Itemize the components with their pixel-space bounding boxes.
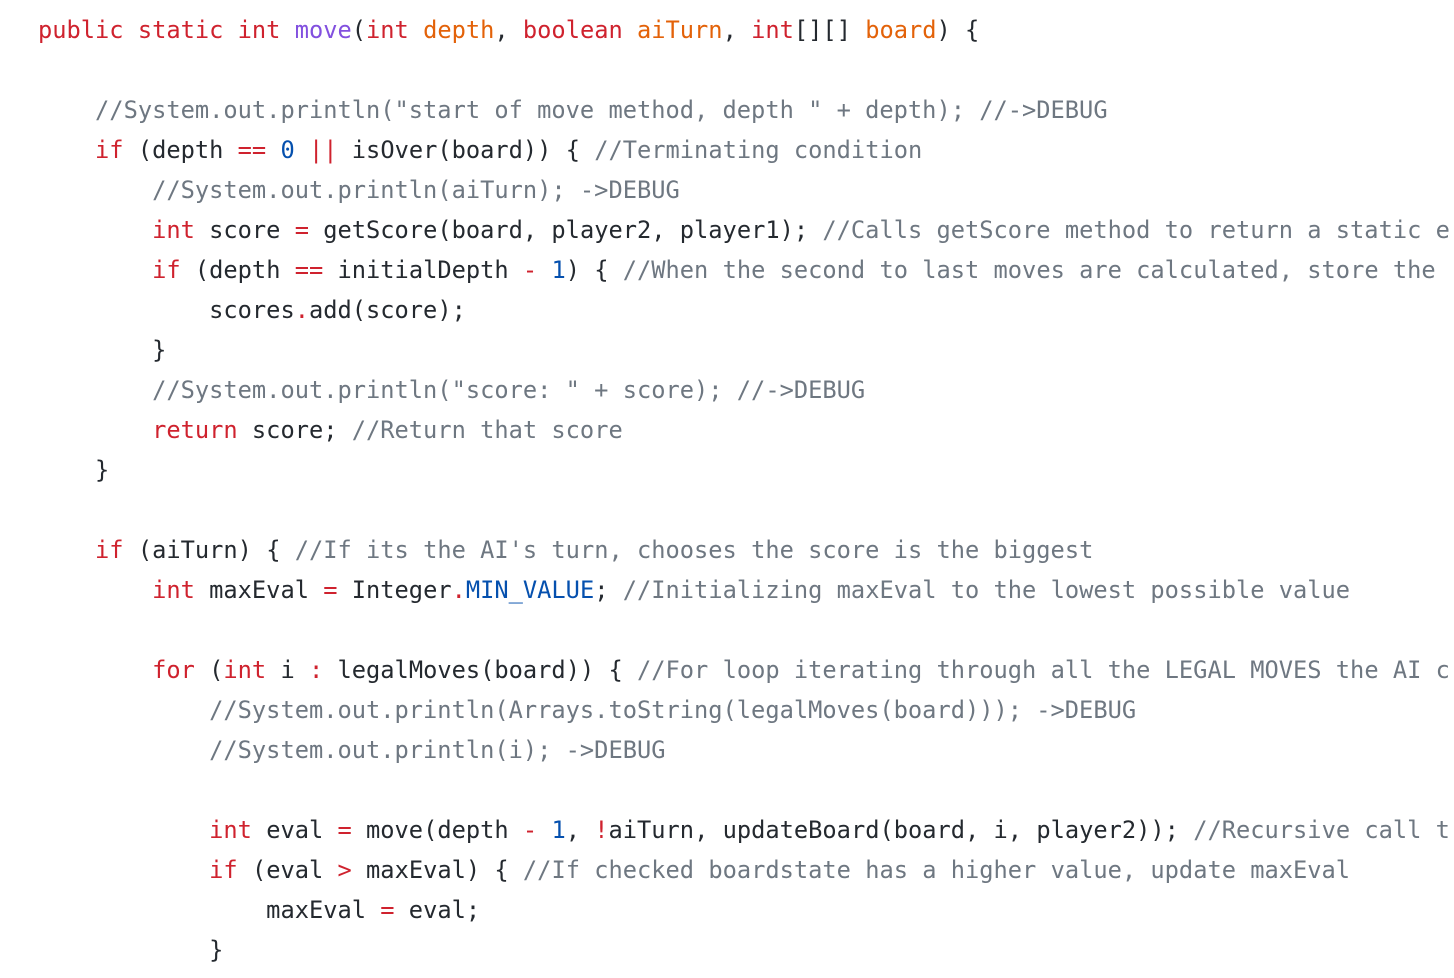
code-line-22: if (eval > maxEval) { //If checked board…	[209, 856, 1351, 884]
code-line-6: int score = getScore(board, player2, pla…	[152, 216, 1450, 244]
code-line-24: }	[38, 936, 224, 964]
code-line-7: if (depth == initialDepth - 1) { //When …	[152, 256, 1436, 284]
code-line-21: int eval = move(depth - 1, !aiTurn, upda…	[209, 816, 1450, 844]
code-line-5: //System.out.println(aiTurn); ->DEBUG	[38, 176, 680, 204]
code-line-14: if (aiTurn) { //If its the AI's turn, ch…	[95, 536, 1094, 564]
code-line-3: //System.out.println("start of move meth…	[38, 96, 1108, 124]
code-line-8: scores.add(score);	[38, 296, 466, 324]
cropped-line-mark: '	[38, 0, 47, 10]
code-line-17: for (int i : legalMoves(board)) { //For …	[152, 656, 1450, 684]
code-line-9: }	[38, 336, 167, 364]
code-line-11: return score; //Return that score	[152, 416, 623, 444]
code-line-12: }	[38, 456, 110, 484]
code-line-23: maxEval = eval;	[38, 896, 481, 924]
code-line-4: if (depth == 0 || isOver(board)) { //Ter…	[95, 136, 923, 164]
code-line-1: public static int move(int depth, boolea…	[38, 16, 980, 44]
code-line-18: //System.out.println(Arrays.toString(leg…	[38, 696, 1137, 724]
code-view[interactable]: ' public static int move(int depth, bool…	[0, 0, 1454, 978]
code-line-15: int maxEval = Integer.MIN_VALUE; //Initi…	[152, 576, 1351, 604]
code-line-19: //System.out.println(i); ->DEBUG	[38, 736, 666, 764]
code-line-10: //System.out.println("score: " + score);…	[38, 376, 866, 404]
